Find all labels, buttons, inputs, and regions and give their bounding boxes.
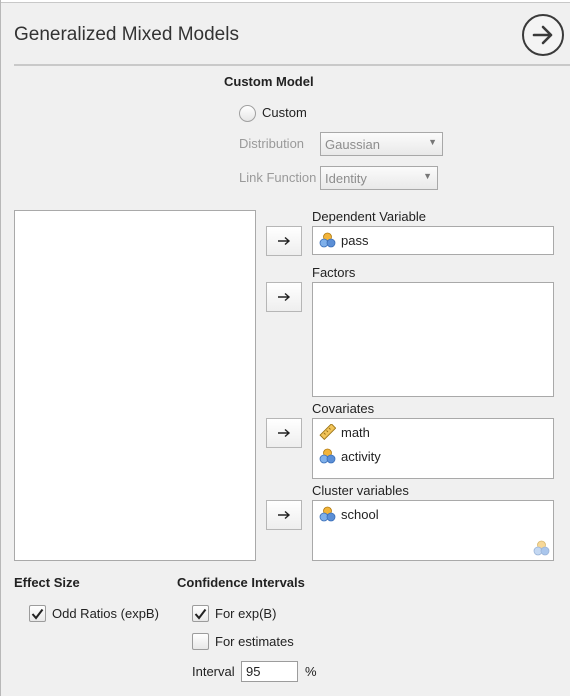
list-item[interactable]: activity <box>319 448 381 464</box>
variable-name: math <box>341 424 370 440</box>
link-function-select-value: Identity <box>325 171 367 186</box>
custom-radio-label: Custom <box>262 105 307 120</box>
arrow-right-icon <box>278 236 291 246</box>
chevron-down-icon: ▼ <box>423 171 432 181</box>
window-left-edge <box>0 0 1 696</box>
list-item[interactable]: school <box>319 506 379 522</box>
confidence-intervals-heading: Confidence Intervals <box>177 575 305 590</box>
arrow-right-icon <box>278 292 291 302</box>
link-function-select[interactable]: Identity ▼ <box>320 166 438 190</box>
factors-label: Factors <box>312 265 356 280</box>
factors-box[interactable] <box>312 282 554 397</box>
dependent-variable-box[interactable]: pass <box>312 226 554 255</box>
interval-label: Interval <box>192 664 235 679</box>
variable-name: activity <box>341 448 381 464</box>
checkmark-icon <box>31 608 44 620</box>
variable-name: pass <box>341 232 369 248</box>
odd-ratios-label: Odd Ratios (expB) <box>52 606 159 621</box>
exp-b-checkbox[interactable] <box>192 605 209 622</box>
checkmark-icon <box>194 608 207 620</box>
variable-name: school <box>341 506 379 522</box>
nominal-icon <box>319 232 336 248</box>
arrow-right-icon <box>278 428 291 438</box>
run-arrow-button[interactable] <box>522 14 564 56</box>
move-to-covariates-button[interactable] <box>266 418 302 448</box>
list-item[interactable]: math <box>319 424 370 440</box>
move-to-dependent-button[interactable] <box>266 226 302 256</box>
exp-b-label: For exp(B) <box>215 606 277 621</box>
custom-model-heading: Custom Model <box>224 74 314 89</box>
nominal-icon <box>319 506 336 522</box>
list-item[interactable]: pass <box>319 232 368 248</box>
continuous-ruler-icon <box>319 424 336 440</box>
page-title: Generalized Mixed Models <box>14 24 239 45</box>
interval-input[interactable]: 95 <box>241 661 298 682</box>
cluster-variables-label: Cluster variables <box>312 483 409 498</box>
title-divider <box>14 64 570 66</box>
estimates-label: For estimates <box>215 634 294 649</box>
move-to-factors-button[interactable] <box>266 282 302 312</box>
move-to-cluster-button[interactable] <box>266 500 302 530</box>
odd-ratios-checkbox[interactable] <box>29 605 46 622</box>
effect-size-heading: Effect Size <box>14 575 80 590</box>
distribution-select-value: Gaussian <box>325 137 380 152</box>
chevron-down-icon: ▼ <box>428 137 437 147</box>
custom-radio[interactable] <box>239 105 256 122</box>
covariates-label: Covariates <box>312 401 375 416</box>
link-function-label: Link Function <box>239 170 317 185</box>
cluster-variables-box[interactable]: school <box>312 500 554 561</box>
distribution-select[interactable]: Gaussian ▼ <box>320 132 443 156</box>
window-top-edge <box>0 0 570 3</box>
nominal-icon <box>319 448 336 464</box>
arrow-right-icon <box>278 510 291 520</box>
covariates-box[interactable]: math activity <box>312 418 554 479</box>
nominal-type-hint-icon <box>533 540 550 556</box>
arrow-right-icon <box>532 25 553 45</box>
available-variables-list[interactable] <box>14 210 256 561</box>
estimates-checkbox[interactable] <box>192 633 209 650</box>
distribution-label: Distribution <box>239 136 305 151</box>
interval-unit: % <box>305 664 317 679</box>
dependent-variable-label: Dependent Variable <box>312 209 426 224</box>
